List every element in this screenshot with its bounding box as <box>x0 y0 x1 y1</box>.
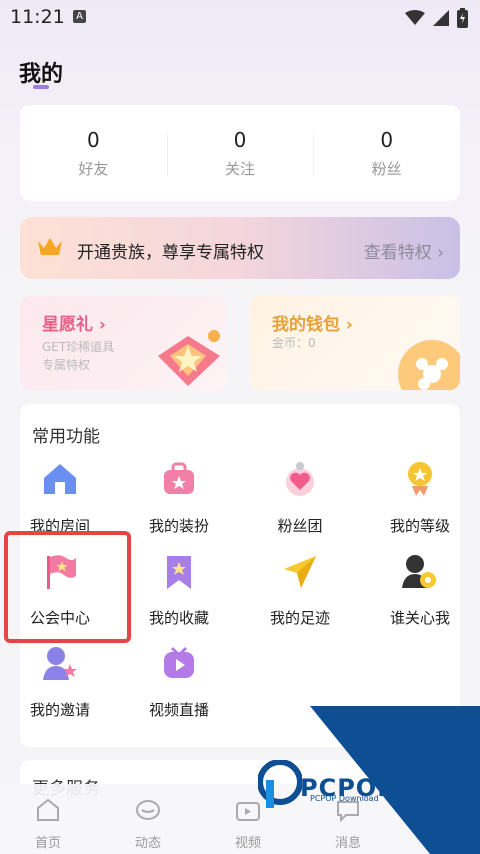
feature-video-live[interactable]: 视频直播 <box>124 644 234 720</box>
star-wish-card[interactable]: 星愿礼 › GET珍稀道具 专属特权 <box>20 296 227 390</box>
feature-fan-club[interactable]: 粉丝团 <box>245 460 355 536</box>
stat-friends[interactable]: 0 好友 <box>20 128 167 179</box>
house-icon <box>44 464 76 494</box>
vip-text: 开通贵族，尊享专属特权 <box>77 243 264 263</box>
feature-my-level[interactable]: 我的等级 <box>365 460 475 536</box>
stat-value: 0 <box>86 127 100 152</box>
title-underline <box>33 85 49 89</box>
wallet-coins: 金币：0 <box>272 336 316 350</box>
nav-moments[interactable]: 动态 <box>98 784 198 854</box>
stat-value: 0 <box>233 127 247 152</box>
wallet-title-text: 我的钱包 <box>272 315 340 335</box>
fan-club-icon <box>286 462 314 496</box>
chevron-right-icon: › <box>431 243 444 263</box>
feature-label: 我的装扮 <box>148 517 209 535</box>
send-icon <box>284 556 316 588</box>
home-icon <box>37 798 59 821</box>
watermark-sub: PCPOP Download <box>310 794 379 803</box>
star-wish-title-text: 星愿礼 <box>42 315 93 335</box>
feature-my-invites[interactable]: 我的邀请 <box>5 644 115 720</box>
feature-label: 我的邀请 <box>29 701 90 719</box>
chevron-right-icon: › <box>93 315 106 335</box>
visitor-icon <box>402 555 436 588</box>
star-wish-sub2: 专属特权 <box>42 358 91 372</box>
wallet-card[interactable]: 我的钱包 › 金币：0 <box>250 296 460 390</box>
dressup-icon <box>164 462 194 494</box>
crown-icon <box>38 238 62 255</box>
wallet-title: 我的钱包 › <box>272 310 353 335</box>
status-time: 11:21 <box>10 6 65 28</box>
stat-label: 好友 <box>78 159 109 178</box>
signal-icon <box>433 10 449 26</box>
star-wish-title: 星愿礼 › <box>42 310 106 335</box>
feature-my-footprints[interactable]: 我的足迹 <box>245 552 355 628</box>
feature-my-favorites[interactable]: 我的收藏 <box>124 552 234 628</box>
stat-fans[interactable]: 0 粉丝 <box>313 128 460 179</box>
battery-icon <box>457 8 468 28</box>
stat-following[interactable]: 0 关注 <box>166 127 314 179</box>
highlight-box <box>4 531 131 643</box>
video-live-icon <box>164 646 194 678</box>
page-title: 我的 <box>19 62 64 87</box>
nav-label: 视频 <box>234 836 261 851</box>
status-indicators <box>405 8 468 28</box>
stat-label: 关注 <box>225 159 256 178</box>
feature-label: 我的足迹 <box>269 609 330 627</box>
feature-label: 谁关心我 <box>389 609 450 627</box>
vip-banner[interactable]: 开通贵族，尊享专属特权 查看特权 › <box>20 217 460 279</box>
gift-box-icon <box>158 330 220 386</box>
chevron-right-icon: › <box>340 315 353 335</box>
stat-value: 0 <box>380 127 394 152</box>
watermark-logo-icon <box>258 760 302 808</box>
notification-icon: A <box>73 10 86 23</box>
nav-label: 动态 <box>134 836 161 851</box>
nav-label: 首页 <box>34 836 61 851</box>
feature-label: 我的等级 <box>389 517 450 535</box>
feature-my-dressup[interactable]: 我的装扮 <box>124 460 234 536</box>
feature-label: 视频直播 <box>148 701 209 719</box>
features-title: 常用功能 <box>32 427 100 447</box>
stat-label: 粉丝 <box>371 159 402 178</box>
medal-icon <box>408 462 432 496</box>
stats-card: 0 好友 0 关注 0 粉丝 <box>20 105 460 201</box>
feature-my-room[interactable]: 我的房间 <box>5 460 115 536</box>
invite-icon <box>43 647 77 680</box>
feature-who-cares[interactable]: 谁关心我 <box>365 552 475 628</box>
nav-home[interactable]: 首页 <box>0 784 98 854</box>
view-privileges-label: 查看特权 <box>363 243 432 263</box>
feature-label: 粉丝团 <box>277 517 323 535</box>
star-wish-sub1: GET珍稀道具 <box>42 340 115 354</box>
view-privileges-link[interactable]: 查看特权 › <box>364 238 444 263</box>
status-bar: 11:21 A <box>0 0 480 34</box>
wifi-icon <box>405 10 425 25</box>
feature-label: 我的收藏 <box>148 609 209 627</box>
bookmark-icon <box>167 556 191 589</box>
moments-icon <box>136 800 160 820</box>
coin-icon <box>398 340 460 390</box>
